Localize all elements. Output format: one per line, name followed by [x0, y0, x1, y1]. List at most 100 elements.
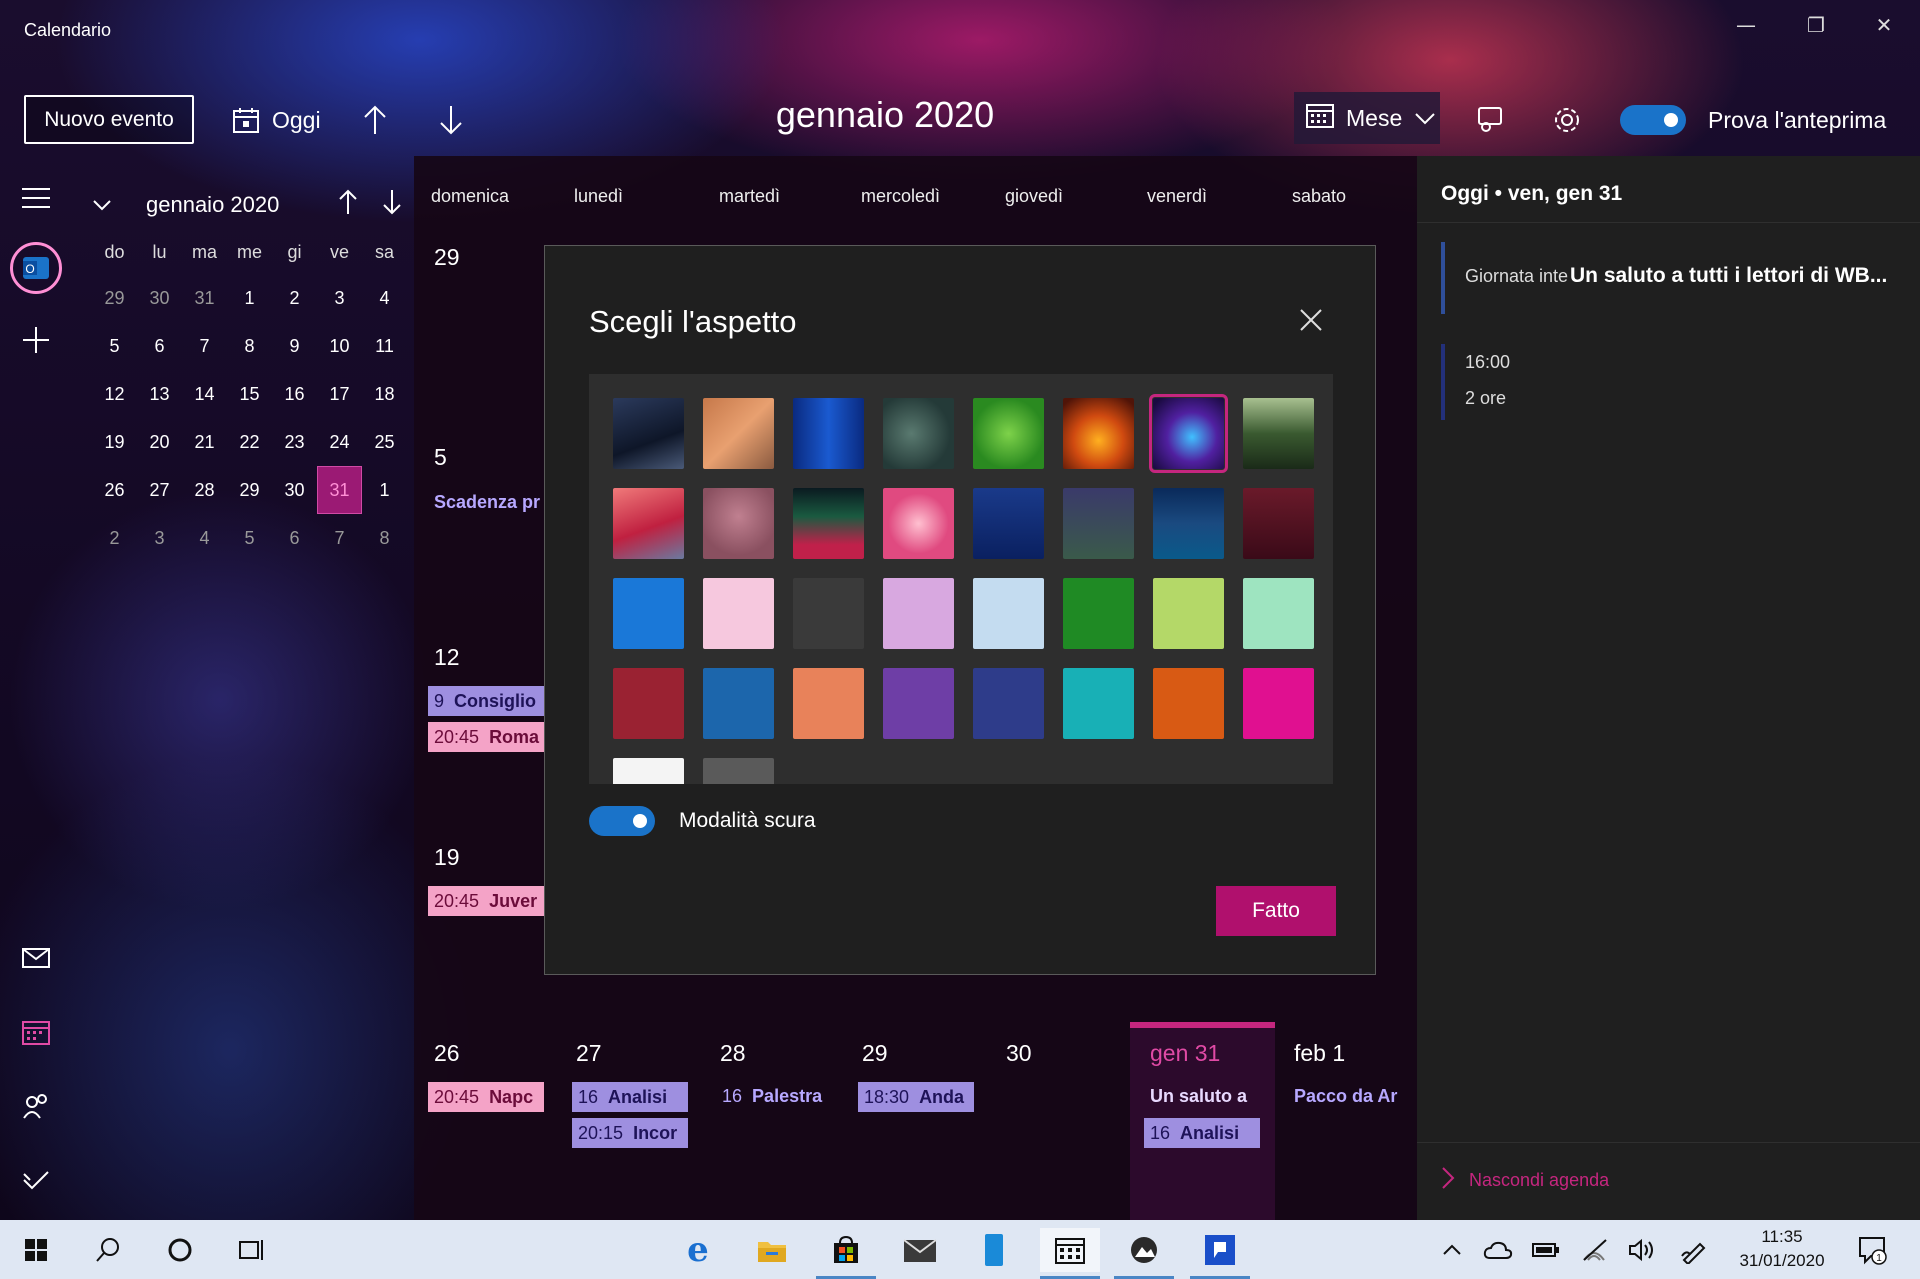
- color-lime-swatch[interactable]: [1153, 578, 1224, 649]
- mail-icon[interactable]: [18, 940, 54, 976]
- dark-mode-toggle-group[interactable]: Modalità scura: [589, 806, 816, 836]
- mini-day[interactable]: 22: [227, 418, 272, 466]
- theme-abstract-red-swatch[interactable]: [613, 488, 684, 559]
- add-calendar-icon[interactable]: [18, 322, 54, 358]
- day-number[interactable]: 19: [434, 844, 460, 871]
- mini-day[interactable]: 1: [362, 466, 407, 514]
- theme-aurora-swatch[interactable]: [793, 488, 864, 559]
- task-view-icon[interactable]: [230, 1228, 274, 1272]
- today-button[interactable]: Oggi: [232, 100, 321, 140]
- theme-texture-swatch[interactable]: [703, 488, 774, 559]
- mini-day[interactable]: 23: [272, 418, 317, 466]
- mini-prev-arrow-icon[interactable]: [338, 188, 382, 222]
- next-arrow-icon[interactable]: [438, 100, 468, 140]
- mini-day[interactable]: 21: [182, 418, 227, 466]
- color-gray-swatch[interactable]: [703, 758, 774, 784]
- theme-flower-swatch[interactable]: [883, 488, 954, 559]
- hide-agenda-button[interactable]: Nascondi agenda: [1441, 1166, 1609, 1195]
- theme-forest-swatch[interactable]: [1243, 398, 1314, 469]
- phone-app-icon[interactable]: [972, 1228, 1016, 1272]
- new-event-button[interactable]: Nuovo evento: [24, 95, 194, 144]
- mini-day[interactable]: 29: [92, 274, 137, 322]
- mini-day[interactable]: 4: [362, 274, 407, 322]
- mini-day[interactable]: 31: [182, 274, 227, 322]
- mini-day[interactable]: 2: [92, 514, 137, 562]
- theme-clover-swatch[interactable]: [973, 398, 1044, 469]
- previous-arrow-icon[interactable]: [362, 100, 392, 140]
- feedback-icon[interactable]: [1476, 100, 1506, 140]
- event-chip[interactable]: 20:45 Juver: [428, 886, 544, 916]
- theme-leaves-swatch[interactable]: [703, 398, 774, 469]
- mini-day[interactable]: 16: [272, 370, 317, 418]
- theme-sparkle-swatch[interactable]: [1063, 398, 1134, 469]
- action-center-icon[interactable]: 1: [1850, 1228, 1894, 1272]
- event-chip[interactable]: 16 Analisi: [1144, 1118, 1260, 1148]
- photos-app-icon[interactable]: [1122, 1228, 1166, 1272]
- volume-icon[interactable]: [1620, 1228, 1664, 1272]
- preview-toggle[interactable]: [1620, 105, 1686, 135]
- color-magenta-swatch[interactable]: [1243, 668, 1314, 739]
- mini-day[interactable]: 12: [92, 370, 137, 418]
- mini-day[interactable]: 5: [92, 322, 137, 370]
- agenda-event-allday[interactable]: Giornata inte Un saluto a tutti i lettor…: [1465, 264, 1905, 288]
- color-lilac-swatch[interactable]: [883, 578, 954, 649]
- theme-mountain-swatch[interactable]: [613, 398, 684, 469]
- color-mint-swatch[interactable]: [1243, 578, 1314, 649]
- mini-day[interactable]: 1: [227, 274, 272, 322]
- pinned-app-icon[interactable]: [1198, 1228, 1242, 1272]
- search-icon[interactable]: [86, 1228, 130, 1272]
- mini-day[interactable]: 7: [182, 322, 227, 370]
- day-number[interactable]: 28: [720, 1040, 746, 1067]
- close-icon[interactable]: [1297, 308, 1325, 336]
- mini-day[interactable]: 24: [317, 418, 362, 466]
- mini-day[interactable]: 5: [227, 514, 272, 562]
- settings-gear-icon[interactable]: [1552, 100, 1582, 140]
- event-chip[interactable]: 16 Palestra: [722, 1086, 842, 1107]
- color-blue-swatch[interactable]: [613, 578, 684, 649]
- mini-day[interactable]: 29: [227, 466, 272, 514]
- mini-day[interactable]: 9: [272, 322, 317, 370]
- view-selector[interactable]: Mese: [1294, 92, 1440, 144]
- day-number[interactable]: 27: [576, 1040, 602, 1067]
- pen-workspace-icon[interactable]: [1672, 1228, 1716, 1272]
- event-chip[interactable]: 16 Analisi: [572, 1082, 688, 1112]
- mini-next-arrow-icon[interactable]: [382, 188, 406, 222]
- event-chip[interactable]: 20:45 Roma: [428, 722, 544, 752]
- event-chip[interactable]: 9 Consiglio: [428, 686, 544, 716]
- theme-snowman-swatch[interactable]: [973, 488, 1044, 559]
- edge-icon[interactable]: e: [676, 1228, 720, 1272]
- color-salmon-swatch[interactable]: [793, 668, 864, 739]
- color-indigo-swatch[interactable]: [973, 668, 1044, 739]
- mini-day[interactable]: 8: [227, 322, 272, 370]
- wifi-icon[interactable]: [1572, 1228, 1616, 1272]
- day-number[interactable]: 30: [1006, 1040, 1032, 1067]
- day-number-today[interactable]: gen 31: [1150, 1040, 1220, 1067]
- mini-day[interactable]: 13: [137, 370, 182, 418]
- color-purple-swatch[interactable]: [883, 668, 954, 739]
- show-hidden-icons-chevron-icon[interactable]: [1430, 1228, 1474, 1272]
- mini-day[interactable]: 20: [137, 418, 182, 466]
- hamburger-menu-icon[interactable]: [18, 180, 54, 216]
- color-steel-blue-swatch[interactable]: [703, 668, 774, 739]
- color-light-pink-swatch[interactable]: [703, 578, 774, 649]
- mini-day[interactable]: 4: [182, 514, 227, 562]
- event-chip[interactable]: 20:15 Incor: [572, 1118, 688, 1148]
- system-clock[interactable]: 11:35 31/01/2020: [1722, 1225, 1842, 1273]
- mini-day[interactable]: 3: [317, 274, 362, 322]
- event-chip[interactable]: 18:30 Anda: [858, 1082, 974, 1112]
- color-orange-swatch[interactable]: [1153, 668, 1224, 739]
- day-number[interactable]: 12: [434, 644, 460, 671]
- mini-day[interactable]: 27: [137, 466, 182, 514]
- mini-day[interactable]: 28: [182, 466, 227, 514]
- event-chip[interactable]: 20:45 Napc: [428, 1082, 544, 1112]
- mini-day[interactable]: 30: [137, 274, 182, 322]
- day-number[interactable]: 26: [434, 1040, 460, 1067]
- color-white-swatch[interactable]: [613, 758, 684, 784]
- mini-day-today[interactable]: 31: [317, 466, 362, 514]
- mini-day[interactable]: 25: [362, 418, 407, 466]
- theme-night-field-swatch[interactable]: [1063, 488, 1134, 559]
- mail-app-icon[interactable]: [898, 1228, 942, 1272]
- collapse-chevron-icon[interactable]: [92, 192, 126, 218]
- day-number[interactable]: 5: [434, 444, 447, 471]
- mini-day[interactable]: 19: [92, 418, 137, 466]
